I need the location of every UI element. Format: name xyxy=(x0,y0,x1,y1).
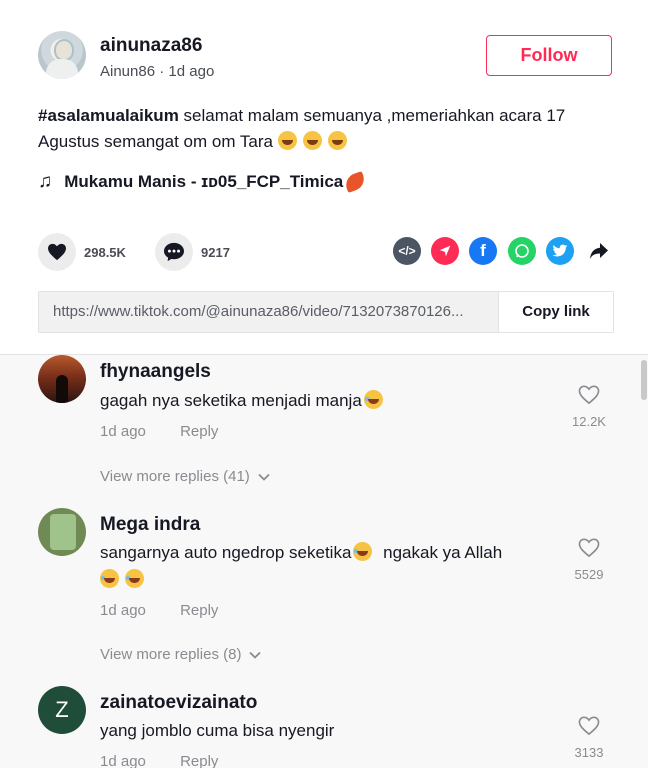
comment-stat[interactable]: 9217 xyxy=(155,233,230,271)
smiling-sweat-emoji xyxy=(302,131,322,150)
commenter-name[interactable]: zainatoevizainato xyxy=(100,692,257,714)
music-title: Mukamu Manis - ɪᴅ05_FCP_Timica xyxy=(64,172,344,191)
comment-meta: 1d ago Reply xyxy=(100,423,218,440)
leaf-emoji xyxy=(343,171,368,193)
hashtag-link[interactable]: #asalamualaikum xyxy=(38,106,179,125)
post-description: #asalamualaikum selamat malam semuanya ,… xyxy=(38,103,623,155)
commenter-name[interactable]: fhynaangels xyxy=(100,361,211,383)
comment-like-count: 12.2K xyxy=(572,414,606,429)
comment-scrollbar[interactable] xyxy=(641,360,647,400)
music-link[interactable]: ♫ Mukamu Manis - ɪᴅ05_FCP_Timica xyxy=(38,171,368,193)
grinning-sweat-emoji xyxy=(363,390,383,409)
author-nickname: Ainun86 xyxy=(100,63,156,80)
comment-bubble-icon[interactable] xyxy=(155,233,193,271)
comment-meta: 1d ago Reply xyxy=(100,753,218,768)
rolling-laughing-emoji xyxy=(125,569,144,588)
heart-outline-icon xyxy=(578,385,600,405)
facebook-icon[interactable]: f xyxy=(469,237,497,265)
avatar-body-shape xyxy=(46,59,78,79)
comment-text-content: gagah nya seketika menjadi manja xyxy=(100,391,362,410)
video-url-field[interactable]: https://www.tiktok.com/@ainunaza86/video… xyxy=(39,292,498,332)
rolling-laughing-emoji xyxy=(353,542,373,561)
avatar-silhouette xyxy=(56,375,68,403)
commenter-avatar[interactable]: Z xyxy=(38,686,86,734)
music-note-icon: ♫ xyxy=(38,171,53,192)
comment-text-content: sangarnya auto ngedrop seketika xyxy=(100,543,352,562)
commenter-avatar[interactable] xyxy=(38,355,86,403)
like-count: 298.5K xyxy=(84,244,126,260)
view-more-replies[interactable]: View more replies (8) xyxy=(100,646,262,663)
follow-button[interactable]: Follow xyxy=(486,35,612,76)
author-subline: Ainun86 · 1d ago xyxy=(100,63,214,80)
comment-time: 1d ago xyxy=(100,602,146,619)
whatsapp-icon[interactable] xyxy=(508,237,536,265)
twitter-icon[interactable] xyxy=(546,237,574,265)
comment-text: sangarnya auto ngedrop seketika ngakak y… xyxy=(100,539,555,593)
author-avatar[interactable] xyxy=(38,31,86,79)
comment-list[interactable]: fhynaangels gagah nya seketika menjadi m… xyxy=(0,354,648,768)
share-link-box: https://www.tiktok.com/@ainunaza86/video… xyxy=(38,291,614,333)
comment-text: yang jomblo cuma bisa nyengir xyxy=(100,721,335,740)
author-username[interactable]: ainunaza86 xyxy=(100,35,202,57)
send-to-friends-icon[interactable] xyxy=(431,237,459,265)
view-more-replies[interactable]: View more replies (41) xyxy=(100,468,270,485)
comment-like-count: 3133 xyxy=(574,745,604,760)
chevron-down-icon xyxy=(249,646,262,663)
rolling-laughing-emoji xyxy=(100,569,119,588)
view-more-replies-label: View more replies (8) xyxy=(100,646,242,663)
avatar-head-shape xyxy=(54,39,74,61)
comment-count: 9217 xyxy=(201,244,230,260)
reply-button[interactable]: Reply xyxy=(180,602,218,619)
comment-text-continued: ngakak ya Allah xyxy=(378,543,503,562)
avatar-cup-shape xyxy=(50,514,76,550)
share-arrow-icon[interactable] xyxy=(585,237,613,265)
comment-like[interactable]: 5529 xyxy=(569,538,609,582)
commenter-name[interactable]: Mega indra xyxy=(100,514,200,536)
post-time: 1d ago xyxy=(168,63,215,80)
comment-time: 1d ago xyxy=(100,753,146,768)
copy-link-button[interactable]: Copy link xyxy=(498,292,613,332)
smiling-sweat-emoji xyxy=(277,131,297,150)
comment-text: gagah nya seketika menjadi manja xyxy=(100,387,555,414)
heart-outline-icon xyxy=(578,716,600,736)
heart-icon[interactable] xyxy=(38,233,76,271)
heart-outline-icon xyxy=(578,538,600,558)
post-header-section: ainunaza86 Ainun86 · 1d ago Follow #asal… xyxy=(0,0,648,354)
like-stat[interactable]: 298.5K xyxy=(38,233,126,271)
chevron-down-icon xyxy=(258,468,270,485)
embed-code-icon[interactable]: </> xyxy=(393,237,421,265)
comment-like[interactable]: 12.2K xyxy=(569,385,609,429)
comment-time: 1d ago xyxy=(100,423,146,440)
comment-meta: 1d ago Reply xyxy=(100,602,218,619)
commenter-avatar[interactable] xyxy=(38,508,86,556)
smiling-sweat-emoji xyxy=(327,131,347,150)
reply-button[interactable]: Reply xyxy=(180,753,218,768)
reply-button[interactable]: Reply xyxy=(180,423,218,440)
view-more-replies-label: View more replies (41) xyxy=(100,468,250,485)
comment-like[interactable]: 3133 xyxy=(569,716,609,760)
comment-like-count: 5529 xyxy=(574,567,604,582)
